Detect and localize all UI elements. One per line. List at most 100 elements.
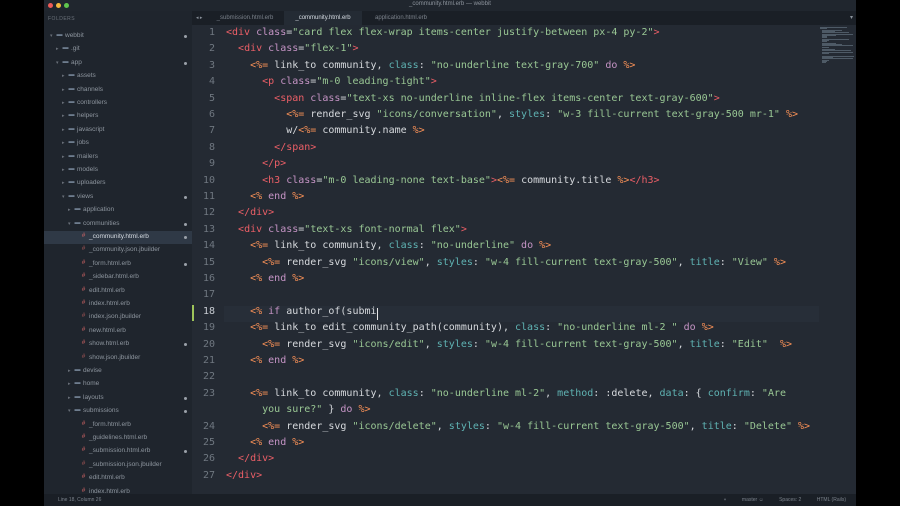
folder-item[interactable]: ▸ ▬ jobs — [44, 137, 192, 150]
chevron-right-icon[interactable]: ▸ — [62, 113, 65, 119]
file-icon: # — [81, 474, 86, 481]
code-line[interactable]: you sure?" } do %> — [226, 404, 370, 415]
chevron-right-icon[interactable]: ▸ — [68, 381, 71, 387]
file-item[interactable]: # new.html.erb — [44, 325, 192, 338]
code-line[interactable]: <%= render_svg "icons/delete", styles: "… — [226, 421, 810, 432]
code-line[interactable]: </div> — [226, 207, 274, 218]
code-line[interactable]: w/<%= community.name %> — [226, 125, 425, 136]
chevron-down-icon[interactable]: ▾ — [50, 33, 53, 39]
code-line[interactable]: <div class="card flex flex-wrap items-ce… — [226, 27, 660, 38]
tree-item-label: _submission.json.jbuilder — [89, 460, 162, 468]
code-line[interactable]: <div class="flex-1"> — [226, 43, 358, 54]
code-line[interactable]: <div class="text-xs font-normal flex"> — [226, 224, 467, 235]
chevron-right-icon[interactable]: ▸ — [62, 73, 65, 79]
chevron-down-icon[interactable]: ▾ — [62, 194, 65, 200]
file-item[interactable]: # _community.json.jbuilder — [44, 244, 192, 257]
syntax-mode[interactable]: HTML (Rails) — [817, 497, 846, 503]
chevron-down-icon[interactable]: ▾ — [68, 221, 71, 227]
chevron-right-icon[interactable]: ▸ — [62, 100, 65, 106]
folder-item[interactable]: ▸ ▬ javascript — [44, 124, 192, 137]
chevron-down-icon[interactable]: ▾ — [68, 408, 71, 414]
code-editor[interactable]: 1 2 3 4 5 6 7 8 9 10 11 12 13 14 15 16 17 18 19 20 21 22 23 24 2… — [192, 25, 856, 494]
code-line[interactable]: <p class="m-0 leading-tight"> — [226, 76, 437, 87]
folder-item[interactable]: ▸ ▬ controllers — [44, 97, 192, 110]
code-line[interactable]: <% end %> — [226, 437, 304, 448]
code-line[interactable]: </div> — [226, 453, 274, 464]
modified-dot-icon — [184, 61, 187, 65]
file-item[interactable]: # show.json.jbuilder — [44, 352, 192, 365]
code-line[interactable]: <%= render_svg "icons/view", styles: "w-… — [226, 257, 786, 268]
chevron-right-icon[interactable]: ▸ — [62, 167, 65, 173]
folder-item[interactable]: ▾ ▬ communities — [44, 218, 192, 231]
folder-item[interactable]: ▾ ▬ webbit — [44, 30, 192, 43]
file-item[interactable]: # _submission.html.erb — [44, 445, 192, 458]
code-line[interactable]: <%= render_svg "icons/edit", styles: "w-… — [226, 339, 792, 350]
code-line[interactable]: <% end %> — [226, 273, 304, 284]
folder-icon: ▬ — [68, 112, 75, 119]
file-item[interactable]: # show.html.erb — [44, 338, 192, 351]
folder-item[interactable]: ▸ ▬ devise — [44, 365, 192, 378]
code-line[interactable]: <% if author_of(submi — [226, 306, 376, 317]
tab-menu-icon[interactable]: ▾ — [850, 11, 853, 25]
chevron-right-icon[interactable]: ▸ — [62, 180, 65, 186]
chevron-right-icon[interactable]: ▸ — [62, 140, 65, 146]
indentation-setting[interactable]: Spaces: 2 — [779, 497, 801, 503]
code-line[interactable]: <%= link_to edit_community_path(communit… — [226, 322, 714, 333]
folder-item[interactable]: ▸ ▬ models — [44, 164, 192, 177]
folder-item[interactable]: ▸ ▬ uploaders — [44, 177, 192, 190]
code-line[interactable]: </p> — [226, 158, 286, 169]
git-branch[interactable]: ⑂ master ☺ — [724, 497, 764, 503]
file-item[interactable]: # _submission.json.jbuilder — [44, 459, 192, 472]
folder-item[interactable]: ▾ ▬ submissions — [44, 405, 192, 418]
code-line[interactable]: <%= link_to community, class: "no-underl… — [226, 388, 786, 399]
chevron-right-icon[interactable]: ▸ — [68, 368, 71, 374]
code-line[interactable]: <%= link_to community, class: "no-underl… — [226, 60, 635, 71]
code-line[interactable]: <%= link_to community, class: "no-underl… — [226, 240, 551, 251]
code-line[interactable]: <% end %> — [226, 355, 304, 366]
title-bar: _community.html.erb — webbit — [44, 0, 856, 11]
chevron-right-icon[interactable]: ▸ — [68, 395, 71, 401]
folder-item[interactable]: ▾ ▬ app — [44, 57, 192, 70]
chevron-right-icon[interactable]: ▸ — [62, 127, 65, 133]
code-line[interactable]: <%= render_svg "icons/conversation", sty… — [226, 109, 798, 120]
folder-item[interactable]: ▸ ▬ home — [44, 378, 192, 391]
file-item[interactable]: # index.html.erb — [44, 298, 192, 311]
folder-item[interactable]: ▸ ▬ mailers — [44, 151, 192, 164]
chevron-right-icon[interactable]: ▸ — [68, 207, 71, 213]
folder-item[interactable]: ▸ ▬ helpers — [44, 110, 192, 123]
code-line[interactable]: <h3 class="m-0 leading-none text-base"><… — [226, 175, 659, 186]
folder-item[interactable]: ▸ ▬ channels — [44, 84, 192, 97]
tab-community[interactable]: _community.html.erb — [284, 11, 362, 25]
chevron-down-icon[interactable]: ▾ — [56, 60, 59, 66]
code-line[interactable]: </div> — [226, 470, 262, 481]
line-number: 6 — [208, 109, 215, 120]
chevron-right-icon[interactable]: ▸ — [62, 154, 65, 160]
file-item[interactable]: # edit.html.erb — [44, 285, 192, 298]
file-item[interactable]: # index.html.erb — [44, 486, 192, 494]
file-item[interactable]: # _guidelines.html.erb — [44, 432, 192, 445]
folders-header: FOLDERS — [48, 16, 76, 22]
folder-item[interactable]: ▾ ▬ views — [44, 191, 192, 204]
code-line[interactable]: <% end %> — [226, 191, 304, 202]
tab-submission[interactable]: _submission.html.erb — [206, 11, 284, 25]
code-line[interactable]: <span class="text-xs no-underline inline… — [226, 93, 720, 104]
code-line[interactable]: </span> — [226, 142, 316, 153]
file-item[interactable]: # _form.html.erb — [44, 419, 192, 432]
file-item[interactable]: # edit.html.erb — [44, 472, 192, 485]
tab-application[interactable]: application.html.erb — [362, 11, 440, 25]
file-item[interactable]: # _sidebar.html.erb — [44, 271, 192, 284]
folder-item[interactable]: ▸ ▬ application — [44, 204, 192, 217]
file-item[interactable]: # index.json.jbuilder — [44, 311, 192, 324]
chevron-right-icon[interactable]: ▸ — [62, 87, 65, 93]
minimap[interactable] — [820, 25, 856, 64]
tab-nav-arrows[interactable]: ◂ ▸ — [196, 11, 202, 25]
folder-item[interactable]: ▸ ▬ layouts — [44, 392, 192, 405]
folder-icon: ▬ — [74, 380, 81, 387]
folder-item[interactable]: ▸ ▬ .git — [44, 43, 192, 56]
file-item[interactable]: # _community.html.erb — [44, 231, 192, 244]
folder-item[interactable]: ▸ ▬ assets — [44, 70, 192, 83]
file-item[interactable]: # _form.html.erb — [44, 258, 192, 271]
tree-item-label: show.json.jbuilder — [89, 353, 141, 361]
chevron-right-icon[interactable]: ▸ — [56, 46, 59, 52]
sidebar-file-tree[interactable]: FOLDERS ▾ ▬ webbit ▸ ▬ .git ▾ ▬ app ▸ ▬ assets ▸ ▬ cha… — [44, 11, 192, 494]
